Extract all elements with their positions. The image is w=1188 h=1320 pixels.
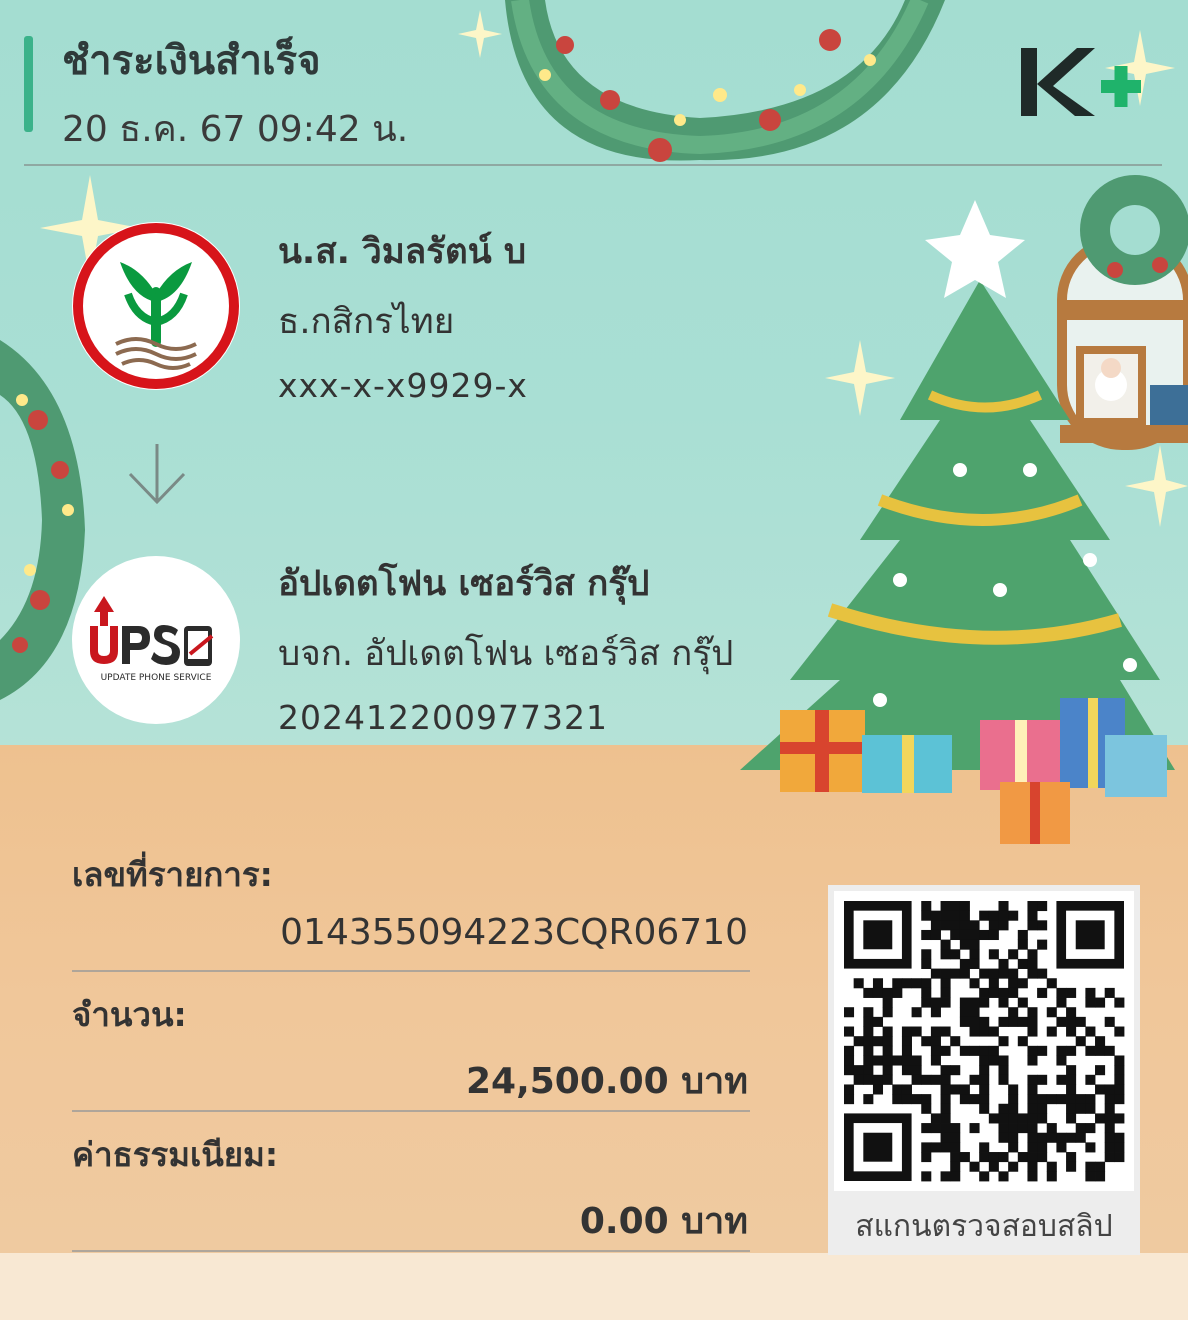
title-accent-bar bbox=[24, 36, 33, 132]
sender-bank-row: ธ.กสิกรไทย bbox=[278, 294, 454, 349]
fee-label: ค่าธรรมเนียม: bbox=[72, 1135, 279, 1174]
sender-account: xxx-x-x9929-x bbox=[278, 366, 528, 405]
fee-divider bbox=[72, 1250, 750, 1252]
receiver-company: บจก. อัปเดตโฟน เซอร์วิส กรุ๊ป bbox=[278, 634, 734, 674]
amount-label: จำนวน: bbox=[72, 995, 187, 1034]
top-wreath bbox=[505, 0, 945, 162]
ups-logo-subtext: UPDATE PHONE SERVICE bbox=[101, 673, 212, 683]
amount-value: 24,500.00 บาท bbox=[465, 1061, 748, 1102]
receiver-info: อัปเดตโฟน เซอร์วิส กรุ๊ป bbox=[278, 556, 649, 611]
kbank-logo-icon bbox=[72, 222, 240, 390]
receiver-company-row: บจก. อัปเดตโฟน เซอร์วิส กรุ๊ป bbox=[278, 626, 733, 681]
kplus-logo-icon bbox=[1021, 48, 1141, 116]
ref-divider bbox=[72, 970, 750, 972]
ref-value: 014355094223CQR06710 bbox=[280, 912, 748, 953]
sender-account-row: xxx-x-x9929-x bbox=[278, 366, 528, 405]
qr-verify-card[interactable]: สแกนตรวจสอบสลิป bbox=[828, 885, 1140, 1255]
receiver-name: อัปเดตโฟน เซอร์วิส กรุ๊ป bbox=[278, 564, 650, 604]
wall-shelf bbox=[1057, 175, 1188, 450]
fee-value: 0.00 บาท bbox=[579, 1201, 748, 1242]
receiver-account-row: 202412200977321 bbox=[278, 698, 608, 737]
bottom-strip bbox=[0, 1253, 1188, 1320]
receiver-account: 202412200977321 bbox=[278, 698, 608, 737]
qr-code[interactable] bbox=[834, 891, 1134, 1191]
sender-name: น.ส. วิมลรัตน์ บ bbox=[278, 232, 527, 272]
sender-bank: ธ.กสิกรไทย bbox=[278, 302, 455, 342]
transaction-datetime: 20 ธ.ค. 67 09:42 น. bbox=[62, 109, 409, 150]
ref-label: เลขที่รายการ: bbox=[72, 855, 273, 894]
amount-divider bbox=[72, 1110, 750, 1112]
ups-logo-icon: UPDATE PHONE SERVICE bbox=[72, 556, 240, 724]
qr-code-icon bbox=[844, 901, 1125, 1182]
arrow-down-icon bbox=[128, 444, 186, 505]
page-title: ชำระเงินสำเร็จ bbox=[62, 38, 321, 84]
qr-caption: สแกนตรวจสอบสลิป bbox=[855, 1209, 1113, 1244]
header-divider bbox=[24, 164, 1162, 166]
sender-info: น.ส. วิมลรัตน์ บ bbox=[278, 224, 526, 279]
payment-slip: ชำระเงินสำเร็จ 20 ธ.ค. 67 09:42 น. น.ส. … bbox=[0, 0, 1188, 1320]
